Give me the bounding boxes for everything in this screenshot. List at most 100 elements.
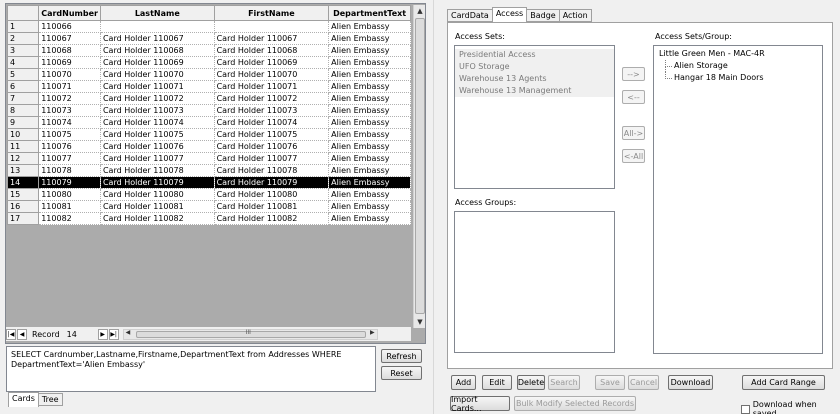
list-item[interactable]: UFO Storage [455,61,614,73]
column-header-lastname[interactable]: LastName [99,5,215,21]
vertical-scrollbar[interactable]: ▲ ▼ [413,5,425,328]
table-cell[interactable]: Card Holder 110073 [213,104,330,117]
access-groups-list[interactable] [454,211,615,353]
list-item[interactable]: Warehouse 13 Management [455,85,614,97]
pane-splitter[interactable] [433,0,440,414]
table-cell[interactable]: Card Holder 110069 [213,56,330,69]
move-left-button[interactable]: <-- [622,90,645,104]
table-cell[interactable]: Alien Embassy [328,140,411,153]
table-row[interactable]: 9 110074 Card Holder 110074 Card Holder 110… [7,116,411,129]
table-cell[interactable]: 110071 [38,80,101,93]
prev-record-icon[interactable]: ◀ [17,328,27,340]
table-row[interactable]: 7 110072 Card Holder 110072 Card Holder 110… [7,92,411,105]
move-all-right-button[interactable]: All-> [622,126,645,140]
table-cell[interactable]: Alien Embassy [328,128,411,141]
table-cell[interactable]: Alien Embassy [328,188,411,201]
table-cell[interactable]: Card Holder 110079 [213,176,330,189]
first-record-icon[interactable]: |◀ [6,328,16,340]
tab-carddata[interactable]: CardData [447,9,493,22]
table-cell[interactable]: 110082 [38,212,101,225]
table-cell[interactable]: Card Holder 110070 [99,68,215,81]
table-row[interactable]: 11 110076 Card Holder 110076 Card Holder 11… [7,140,411,153]
row-header-corner[interactable] [7,5,40,21]
table-cell[interactable]: Card Holder 110076 [99,140,215,153]
last-record-icon[interactable]: ▶| [108,328,119,340]
table-cell[interactable]: Card Holder 110067 [99,32,215,45]
assigned-access-tree[interactable]: Little Green Men - MAC-4R Alien Storage … [653,45,823,354]
list-item[interactable]: Warehouse 13 Agents [455,73,614,85]
table-row[interactable]: 15 110080 Card Holder 110080 Card Holder 11… [7,188,411,201]
table-cell[interactable]: Card Holder 110081 [213,200,330,213]
table-cell[interactable]: Card Holder 110072 [99,92,215,105]
table-cell[interactable]: Alien Embassy [328,92,411,105]
table-cell[interactable] [213,20,330,33]
column-header-cardnumber[interactable]: CardNumber [38,5,101,21]
access-sets-list[interactable]: Presidential Access UFO Storage Warehous… [454,45,615,189]
table-cell[interactable]: Card Holder 110078 [99,164,215,177]
table-cell[interactable]: 110074 [38,116,101,129]
table-row[interactable]: 2 110067 Card Holder 110067 Card Holder 110… [7,32,411,45]
table-cell[interactable]: Alien Embassy [328,32,411,45]
tab-action[interactable]: Action [558,9,592,22]
row-number[interactable]: 17 [7,212,40,225]
row-number[interactable]: 14 [7,176,40,189]
save-button[interactable]: Save [595,375,625,390]
table-cell[interactable]: 110079 [38,176,101,189]
table-cell[interactable]: Alien Embassy [328,164,411,177]
table-cell[interactable]: Card Holder 110073 [99,104,215,117]
table-cell[interactable]: 110075 [38,128,101,141]
table-row[interactable]: 1 110066 Alien Embassy [7,20,411,33]
bulk-modify-button[interactable]: Bulk Modify Selected Records [514,396,636,411]
table-cell[interactable]: Card Holder 110075 [213,128,330,141]
table-cell[interactable]: Alien Embassy [328,80,411,93]
table-cell[interactable]: 110081 [38,200,101,213]
table-cell[interactable]: 110072 [38,92,101,105]
table-cell[interactable]: 110073 [38,104,101,117]
table-cell[interactable]: Card Holder 110067 [213,32,330,45]
table-cell[interactable]: Card Holder 110074 [99,116,215,129]
delete-button[interactable]: Delete [517,375,545,390]
download-when-saved-option[interactable]: Download when saved [741,400,840,414]
tab-access[interactable]: Access [491,7,528,22]
move-right-button[interactable]: --> [622,67,645,81]
table-cell[interactable]: Card Holder 110082 [99,212,215,225]
table-cell[interactable]: Card Holder 110070 [213,68,330,81]
row-number[interactable]: 6 [7,80,40,93]
table-cell[interactable]: Alien Embassy [328,152,411,165]
table-row[interactable]: 8 110073 Card Holder 110073 Card Holder 110… [7,104,411,117]
table-cell[interactable]: Card Holder 110081 [99,200,215,213]
tab-cards[interactable]: Cards [8,392,39,407]
move-all-left-button[interactable]: <-All [622,149,645,163]
table-row[interactable]: 12 110077 Card Holder 110077 Card Holder 11… [7,152,411,165]
table-cell[interactable]: Card Holder 110080 [213,188,330,201]
row-number[interactable]: 3 [7,44,40,57]
table-cell[interactable]: 110077 [38,152,101,165]
reset-button[interactable]: Reset [381,366,422,380]
row-number[interactable]: 2 [7,32,40,45]
tree-node-child[interactable]: Hangar 18 Main Doors [654,72,822,84]
scroll-down-icon[interactable]: ▼ [414,316,426,328]
add-card-range-button[interactable]: Add Card Range [742,375,825,390]
edit-button[interactable]: Edit [482,375,512,390]
sql-query-input[interactable]: SELECT Cardnumber,Lastname,Firstname,Dep… [6,346,376,392]
table-cell[interactable]: 110070 [38,68,101,81]
table-cell[interactable]: Alien Embassy [328,68,411,81]
vertical-scroll-thumb[interactable] [415,18,425,314]
table-row[interactable]: 14 110079 Card Holder 110079 Card Holder 11… [7,176,411,189]
row-number[interactable]: 7 [7,92,40,105]
scroll-left-icon[interactable]: ◀ [126,329,131,336]
table-cell[interactable]: Card Holder 110077 [99,152,215,165]
table-cell[interactable]: Card Holder 110072 [213,92,330,105]
table-cell[interactable]: Card Holder 110068 [213,44,330,57]
table-cell[interactable]: Alien Embassy [328,104,411,117]
table-cell[interactable]: Card Holder 110076 [213,140,330,153]
table-cell[interactable]: Card Holder 110068 [99,44,215,57]
row-number[interactable]: 15 [7,188,40,201]
table-cell[interactable]: Card Holder 110069 [99,56,215,69]
row-number[interactable]: 5 [7,68,40,81]
table-cell[interactable]: Card Holder 110075 [99,128,215,141]
table-cell[interactable]: Card Holder 110080 [99,188,215,201]
table-cell[interactable]: Card Holder 110071 [213,80,330,93]
list-item[interactable]: Presidential Access [455,49,614,61]
table-cell[interactable]: 110066 [38,20,101,33]
